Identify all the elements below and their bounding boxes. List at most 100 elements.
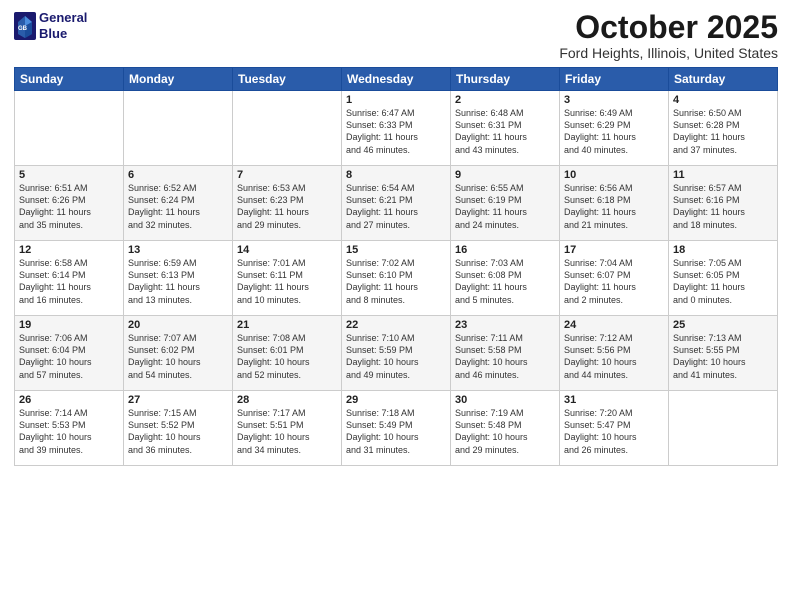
day-info: Sunrise: 7:20 AM Sunset: 5:47 PM Dayligh… [564,407,664,456]
day-info: Sunrise: 6:54 AM Sunset: 6:21 PM Dayligh… [346,182,446,231]
day-number: 4 [673,94,773,106]
weekday-header: Sunday [15,68,124,91]
day-info: Sunrise: 6:47 AM Sunset: 6:33 PM Dayligh… [346,107,446,156]
location-title: Ford Heights, Illinois, United States [559,45,778,61]
calendar-cell: 22Sunrise: 7:10 AM Sunset: 5:59 PM Dayli… [342,316,451,391]
calendar-cell: 5Sunrise: 6:51 AM Sunset: 6:26 PM Daylig… [15,166,124,241]
calendar-cell: 7Sunrise: 6:53 AM Sunset: 6:23 PM Daylig… [233,166,342,241]
day-number: 27 [128,394,228,406]
calendar-cell: 25Sunrise: 7:13 AM Sunset: 5:55 PM Dayli… [669,316,778,391]
day-info: Sunrise: 6:50 AM Sunset: 6:28 PM Dayligh… [673,107,773,156]
day-number: 2 [455,94,555,106]
calendar-cell: 21Sunrise: 7:08 AM Sunset: 6:01 PM Dayli… [233,316,342,391]
day-number: 11 [673,169,773,181]
day-info: Sunrise: 6:55 AM Sunset: 6:19 PM Dayligh… [455,182,555,231]
calendar-cell: 27Sunrise: 7:15 AM Sunset: 5:52 PM Dayli… [124,391,233,466]
weekday-header: Wednesday [342,68,451,91]
calendar-cell: 28Sunrise: 7:17 AM Sunset: 5:51 PM Dayli… [233,391,342,466]
calendar-cell: 6Sunrise: 6:52 AM Sunset: 6:24 PM Daylig… [124,166,233,241]
day-info: Sunrise: 7:07 AM Sunset: 6:02 PM Dayligh… [128,332,228,381]
day-number: 30 [455,394,555,406]
day-info: Sunrise: 7:05 AM Sunset: 6:05 PM Dayligh… [673,257,773,306]
day-info: Sunrise: 7:04 AM Sunset: 6:07 PM Dayligh… [564,257,664,306]
weekday-header: Saturday [669,68,778,91]
day-number: 25 [673,319,773,331]
day-number: 10 [564,169,664,181]
weekday-header: Friday [560,68,669,91]
calendar-cell: 19Sunrise: 7:06 AM Sunset: 6:04 PM Dayli… [15,316,124,391]
day-info: Sunrise: 7:01 AM Sunset: 6:11 PM Dayligh… [237,257,337,306]
weekday-header: Thursday [451,68,560,91]
day-info: Sunrise: 7:18 AM Sunset: 5:49 PM Dayligh… [346,407,446,456]
weekday-header: Tuesday [233,68,342,91]
calendar-cell: 12Sunrise: 6:58 AM Sunset: 6:14 PM Dayli… [15,241,124,316]
day-number: 15 [346,244,446,256]
calendar-week-row: 12Sunrise: 6:58 AM Sunset: 6:14 PM Dayli… [15,241,778,316]
logo: GB General Blue [14,10,87,41]
day-number: 14 [237,244,337,256]
day-number: 19 [19,319,119,331]
day-number: 24 [564,319,664,331]
header: GB General Blue October 2025 Ford Height… [14,10,778,61]
logo-icon: GB [14,12,36,40]
calendar-cell: 8Sunrise: 6:54 AM Sunset: 6:21 PM Daylig… [342,166,451,241]
day-info: Sunrise: 7:12 AM Sunset: 5:56 PM Dayligh… [564,332,664,381]
title-block: October 2025 Ford Heights, Illinois, Uni… [559,10,778,61]
day-info: Sunrise: 6:59 AM Sunset: 6:13 PM Dayligh… [128,257,228,306]
calendar-cell: 13Sunrise: 6:59 AM Sunset: 6:13 PM Dayli… [124,241,233,316]
calendar-cell [233,91,342,166]
day-number: 20 [128,319,228,331]
calendar-cell: 20Sunrise: 7:07 AM Sunset: 6:02 PM Dayli… [124,316,233,391]
day-number: 28 [237,394,337,406]
day-number: 22 [346,319,446,331]
day-number: 23 [455,319,555,331]
day-number: 17 [564,244,664,256]
calendar-cell: 17Sunrise: 7:04 AM Sunset: 6:07 PM Dayli… [560,241,669,316]
calendar-cell: 15Sunrise: 7:02 AM Sunset: 6:10 PM Dayli… [342,241,451,316]
day-info: Sunrise: 7:08 AM Sunset: 6:01 PM Dayligh… [237,332,337,381]
day-info: Sunrise: 7:06 AM Sunset: 6:04 PM Dayligh… [19,332,119,381]
calendar-cell: 24Sunrise: 7:12 AM Sunset: 5:56 PM Dayli… [560,316,669,391]
day-info: Sunrise: 7:17 AM Sunset: 5:51 PM Dayligh… [237,407,337,456]
day-number: 16 [455,244,555,256]
day-info: Sunrise: 7:10 AM Sunset: 5:59 PM Dayligh… [346,332,446,381]
svg-text:GB: GB [18,26,28,32]
day-info: Sunrise: 7:19 AM Sunset: 5:48 PM Dayligh… [455,407,555,456]
day-number: 29 [346,394,446,406]
day-info: Sunrise: 7:15 AM Sunset: 5:52 PM Dayligh… [128,407,228,456]
calendar-cell: 31Sunrise: 7:20 AM Sunset: 5:47 PM Dayli… [560,391,669,466]
month-title: October 2025 [559,10,778,45]
calendar-cell: 4Sunrise: 6:50 AM Sunset: 6:28 PM Daylig… [669,91,778,166]
page: GB General Blue October 2025 Ford Height… [0,0,792,612]
calendar-week-row: 19Sunrise: 7:06 AM Sunset: 6:04 PM Dayli… [15,316,778,391]
day-info: Sunrise: 6:56 AM Sunset: 6:18 PM Dayligh… [564,182,664,231]
day-number: 21 [237,319,337,331]
logo-line2: Blue [39,26,87,42]
calendar-cell: 11Sunrise: 6:57 AM Sunset: 6:16 PM Dayli… [669,166,778,241]
day-info: Sunrise: 6:51 AM Sunset: 6:26 PM Dayligh… [19,182,119,231]
calendar-cell: 23Sunrise: 7:11 AM Sunset: 5:58 PM Dayli… [451,316,560,391]
calendar-cell: 16Sunrise: 7:03 AM Sunset: 6:08 PM Dayli… [451,241,560,316]
logo-line1: General [39,10,87,26]
day-info: Sunrise: 6:57 AM Sunset: 6:16 PM Dayligh… [673,182,773,231]
calendar-cell: 30Sunrise: 7:19 AM Sunset: 5:48 PM Dayli… [451,391,560,466]
calendar-cell: 18Sunrise: 7:05 AM Sunset: 6:05 PM Dayli… [669,241,778,316]
day-info: Sunrise: 7:02 AM Sunset: 6:10 PM Dayligh… [346,257,446,306]
day-number: 26 [19,394,119,406]
calendar-cell: 9Sunrise: 6:55 AM Sunset: 6:19 PM Daylig… [451,166,560,241]
weekday-header: Monday [124,68,233,91]
day-number: 5 [19,169,119,181]
calendar-week-row: 26Sunrise: 7:14 AM Sunset: 5:53 PM Dayli… [15,391,778,466]
calendar-cell: 3Sunrise: 6:49 AM Sunset: 6:29 PM Daylig… [560,91,669,166]
day-info: Sunrise: 6:48 AM Sunset: 6:31 PM Dayligh… [455,107,555,156]
calendar-cell: 1Sunrise: 6:47 AM Sunset: 6:33 PM Daylig… [342,91,451,166]
day-info: Sunrise: 7:03 AM Sunset: 6:08 PM Dayligh… [455,257,555,306]
day-info: Sunrise: 7:14 AM Sunset: 5:53 PM Dayligh… [19,407,119,456]
day-info: Sunrise: 7:13 AM Sunset: 5:55 PM Dayligh… [673,332,773,381]
logo-text: General Blue [39,10,87,41]
day-info: Sunrise: 6:58 AM Sunset: 6:14 PM Dayligh… [19,257,119,306]
day-number: 31 [564,394,664,406]
day-number: 6 [128,169,228,181]
day-number: 3 [564,94,664,106]
day-number: 1 [346,94,446,106]
